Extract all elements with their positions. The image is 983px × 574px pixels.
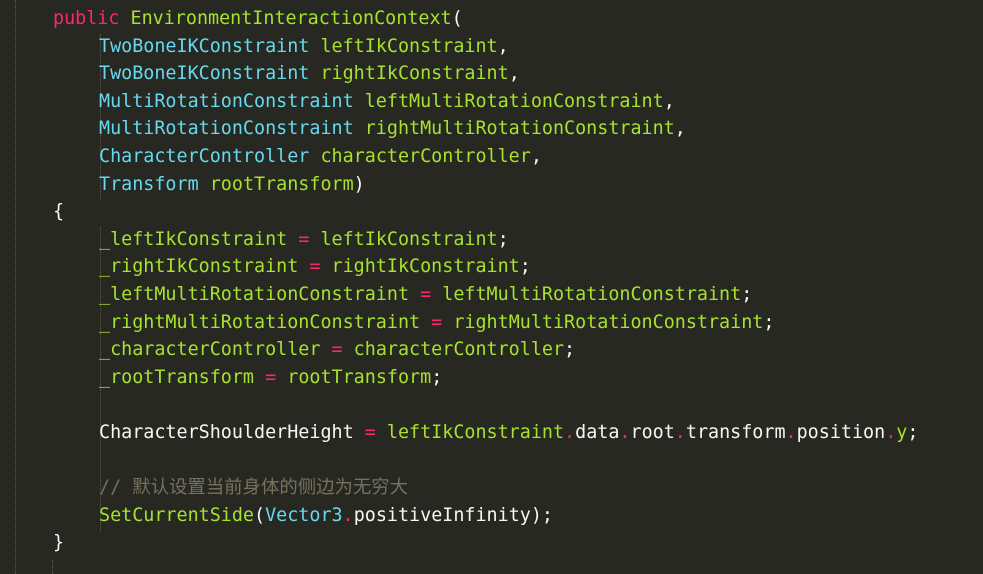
code-token: SetCurrentSide xyxy=(99,504,255,526)
code-line[interactable]: MultiRotationConstraint rightMultiRotati… xyxy=(99,115,686,143)
code-token: Vector3 xyxy=(265,504,343,526)
code-token: = xyxy=(309,256,332,278)
code-line[interactable]: TwoBoneIKConstraint rightIkConstraint, xyxy=(99,60,520,88)
code-token: rightIkConstraint xyxy=(331,256,520,278)
code-line[interactable]: _rightMultiRotationConstraint = rightMul… xyxy=(99,309,774,337)
code-token: position xyxy=(796,422,886,443)
code-token: ; xyxy=(519,256,531,278)
code-line[interactable]: TwoBoneIKConstraint leftIkConstraint, xyxy=(99,33,509,61)
indent-guide-outer xyxy=(15,0,16,574)
code-token: MultiRotationConstraint xyxy=(99,90,365,112)
code-token: CharacterShoulderHeight xyxy=(99,422,365,443)
top-fragment-comment: // 构造 xyxy=(53,0,123,6)
code-token: ; xyxy=(907,422,919,443)
code-token: y xyxy=(896,422,908,443)
code-token: TwoBoneIKConstraint xyxy=(99,63,321,85)
code-token: leftIkConstraint xyxy=(386,422,565,443)
code-token: ; xyxy=(431,366,443,388)
code-line[interactable]: CharacterController characterController, xyxy=(99,143,542,171)
code-token: public xyxy=(53,8,131,29)
code-token: root xyxy=(630,422,675,443)
code-line[interactable]: _leftMultiRotationConstraint = leftMulti… xyxy=(99,281,752,309)
code-token: MultiRotationConstraint xyxy=(99,118,365,140)
code-token: CharacterController xyxy=(99,146,321,167)
code-token: , xyxy=(508,63,520,85)
code-token: _leftIkConstraint xyxy=(99,228,299,250)
code-token: , xyxy=(663,90,675,112)
code-token: = xyxy=(364,422,387,443)
indent-guide-inner xyxy=(52,560,53,574)
code-token: } xyxy=(53,532,65,554)
code-token: rootTransform xyxy=(209,173,354,195)
code-token: , xyxy=(497,35,509,57)
code-token: . xyxy=(674,422,686,443)
code-token: , xyxy=(530,146,542,167)
code-token: ); xyxy=(530,504,553,526)
code-editor[interactable]: public EnvironmentInteractionContext(Two… xyxy=(0,0,983,574)
code-token: _rightMultiRotationConstraint xyxy=(99,311,432,333)
code-token: rightMultiRotationConstraint xyxy=(364,118,675,140)
code-token: = xyxy=(265,366,288,388)
code-token: . xyxy=(785,422,797,443)
code-line[interactable]: } xyxy=(53,529,64,557)
code-token: . xyxy=(342,504,354,526)
code-token: _leftMultiRotationConstraint xyxy=(99,284,421,305)
code-token: ; xyxy=(564,339,576,361)
code-token: ; xyxy=(741,284,753,305)
code-token: // 默认设置当前身体的侧边为无穷大 xyxy=(99,477,409,499)
code-token: ( xyxy=(451,8,463,29)
code-token: = xyxy=(331,339,354,361)
code-token: = xyxy=(298,228,321,250)
code-token: leftMultiRotationConstraint xyxy=(442,284,742,305)
code-token: rightIkConstraint xyxy=(320,63,509,85)
code-line[interactable]: { xyxy=(53,198,64,226)
code-token: . xyxy=(885,422,897,443)
code-token: leftIkConstraint xyxy=(320,228,498,250)
code-token: ; xyxy=(497,228,509,250)
code-token: = xyxy=(420,284,443,305)
code-token: ; xyxy=(763,311,775,333)
code-token: EnvironmentInteractionContext xyxy=(130,8,452,29)
code-token: { xyxy=(53,201,65,223)
code-line[interactable]: _rootTransform = rootTransform; xyxy=(99,364,442,392)
code-token: _rootTransform xyxy=(99,366,266,388)
code-token: . xyxy=(619,422,631,443)
code-line[interactable]: CharacterShoulderHeight = leftIkConstrai… xyxy=(99,419,918,447)
code-token: characterController xyxy=(353,339,565,361)
code-token: Transform xyxy=(99,173,210,195)
code-line[interactable]: public EnvironmentInteractionContext( xyxy=(53,5,463,33)
code-line[interactable]: _characterController = characterControll… xyxy=(99,336,575,364)
code-token: leftMultiRotationConstraint xyxy=(364,90,664,112)
code-token: _characterController xyxy=(99,339,332,361)
code-line[interactable]: SetCurrentSide(Vector3.positiveInfinity)… xyxy=(99,502,553,530)
code-token: _rightIkConstraint xyxy=(99,256,310,278)
code-token: positiveInfinity xyxy=(353,504,531,526)
code-token: transform xyxy=(685,422,786,443)
code-token: = xyxy=(431,311,454,333)
code-token: rightMultiRotationConstraint xyxy=(453,311,764,333)
code-token: . xyxy=(564,422,576,443)
code-line[interactable]: MultiRotationConstraint leftMultiRotatio… xyxy=(99,88,675,116)
code-token: data xyxy=(575,422,620,443)
code-token: leftIkConstraint xyxy=(320,35,498,57)
code-line[interactable]: Transform rootTransform) xyxy=(99,171,365,199)
code-token: ) xyxy=(353,173,365,195)
code-line[interactable]: _rightIkConstraint = rightIkConstraint; xyxy=(99,253,531,281)
code-token: TwoBoneIKConstraint xyxy=(99,35,321,57)
code-token: characterController xyxy=(320,146,531,167)
code-token: ( xyxy=(254,504,266,526)
code-token: rootTransform xyxy=(287,366,432,388)
code-token: , xyxy=(674,118,686,140)
code-line[interactable]: _leftIkConstraint = leftIkConstraint; xyxy=(99,226,509,254)
code-line[interactable]: // 默认设置当前身体的侧边为无穷大 xyxy=(99,474,408,502)
